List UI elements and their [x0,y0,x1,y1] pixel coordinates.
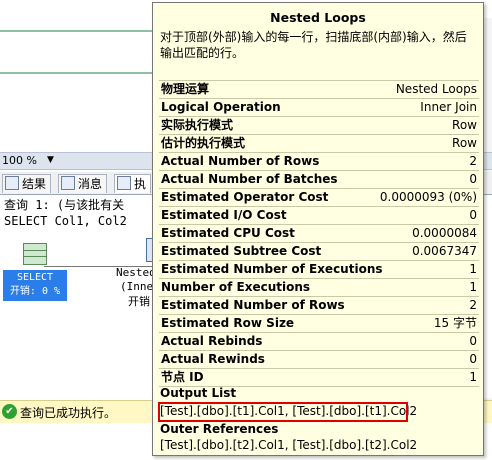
property-row: 节点 ID 1 [159,369,479,387]
nested-node-cost: 开销 [128,295,150,308]
tooltip-title: Nested Loops [270,10,366,25]
chevron-down-icon[interactable]: ▼ [47,153,54,168]
output-list-title: Output List [160,386,237,400]
tab-execution-plan[interactable]: 执 [114,174,152,193]
property-key: Actual Rebinds [161,334,263,348]
property-key: Estimated Number of Executions [161,262,383,276]
property-row: Estimated Number of Executions 1 [159,261,479,279]
property-row: Actual Number of Rows 2 [159,153,479,171]
property-key: Number of Executions [161,280,311,294]
property-value: Nested Loops [395,82,477,96]
outer-references-value: [Test].[dbo].[t2].Col1, [Test].[dbo].[t2… [160,438,418,452]
property-value: 0 [469,172,477,186]
property-key: Estimated I/O Cost [161,208,287,222]
properties-table: 物理运算 Nested Loops Logical Operation Inner J… [159,80,479,387]
zoom-value: 100 % [2,154,37,167]
zoom-select[interactable]: 100 % [0,153,37,168]
query-header: 查询 1: (与该批有关 [4,198,125,212]
property-row: 实际执行模式 Row [159,117,479,135]
select-operator-icon [23,243,47,265]
property-value: 0 [469,352,477,366]
property-key: Estimated Row Size [161,316,295,330]
property-value: 0 [469,208,477,222]
property-key: 节点 ID [161,370,204,384]
property-value: 0.0067347 [412,244,477,258]
property-value: 0.0000084 [412,226,477,240]
nested-node-label: Nested [116,266,156,279]
property-key: Estimated Number of Rows [161,298,345,312]
property-row: Actual Rebinds 0 [159,333,479,351]
property-value: 1 [469,280,477,294]
property-key: 物理运算 [161,82,210,96]
highlight-box [158,402,408,422]
property-row: Number of Executions 1 [159,279,479,297]
property-row: Estimated I/O Cost 0 [159,207,479,225]
editor-decoration [0,72,160,74]
property-row: Estimated CPU Cost 0.0000084 [159,225,479,243]
plan-icon [117,176,131,190]
select-node-label: SELECT 开销: 0 % [3,270,67,301]
property-value: 15 字节 [433,316,477,330]
property-key: Actual Number of Batches [161,172,338,186]
outer-references-title: Outer References [160,422,279,436]
property-value: 2 [469,298,477,312]
grid-icon [5,176,19,190]
tab-messages[interactable]: 消息 [58,174,108,193]
property-row: 物理运算 Nested Loops [159,80,479,99]
property-value: 1 [469,262,477,276]
tab-results[interactable]: 结果 [2,174,52,193]
property-key: Estimated Operator Cost [161,190,329,204]
property-value: 0.0000093 (0%) [379,190,477,204]
property-key: Estimated Subtree Cost [161,244,322,258]
property-key: 实际执行模式 [161,118,234,132]
status-text: 查询已成功执行。 [20,406,117,420]
property-row: Estimated Row Size 15 字节 [159,315,479,333]
property-key: Actual Number of Rows [161,154,320,168]
property-key: Estimated CPU Cost [161,226,295,240]
property-key: Actual Rewinds [161,352,265,366]
property-key: Logical Operation [161,100,281,114]
tooltip-description: 对于顶部(外部)输入的每一行，扫描底部(内部)输入，然后输出匹配的行。 [160,30,467,60]
property-key: 估计的执行模式 [161,136,246,150]
select-node[interactable]: SELECT 开销: 0 % [3,243,67,301]
property-row: Estimated Operator Cost 0.0000093 (0%) [159,189,479,207]
property-value: 0 [469,334,477,348]
property-value: Row [452,136,477,150]
operator-tooltip: Nested Loops 对于顶部(外部)输入的每一行，扫描底部(内部)输入，然… [152,2,484,456]
property-value: 2 [469,154,477,168]
editor-decoration [0,30,160,32]
property-value: 1 [469,370,477,384]
property-row: Estimated Number of Rows 2 [159,297,479,315]
property-row: 估计的执行模式 Row [159,135,479,153]
property-row: Logical Operation Inner Join [159,99,479,117]
query-text: SELECT Col1, Col2 [4,214,127,228]
property-row: Actual Number of Batches 0 [159,171,479,189]
property-row: Estimated Subtree Cost 0.0067347 [159,243,479,261]
property-row: Actual Rewinds 0 [159,351,479,369]
property-value: Inner Join [420,100,477,114]
property-value: Row [452,118,477,132]
message-icon [61,176,75,190]
check-icon: ✔ [2,404,17,419]
